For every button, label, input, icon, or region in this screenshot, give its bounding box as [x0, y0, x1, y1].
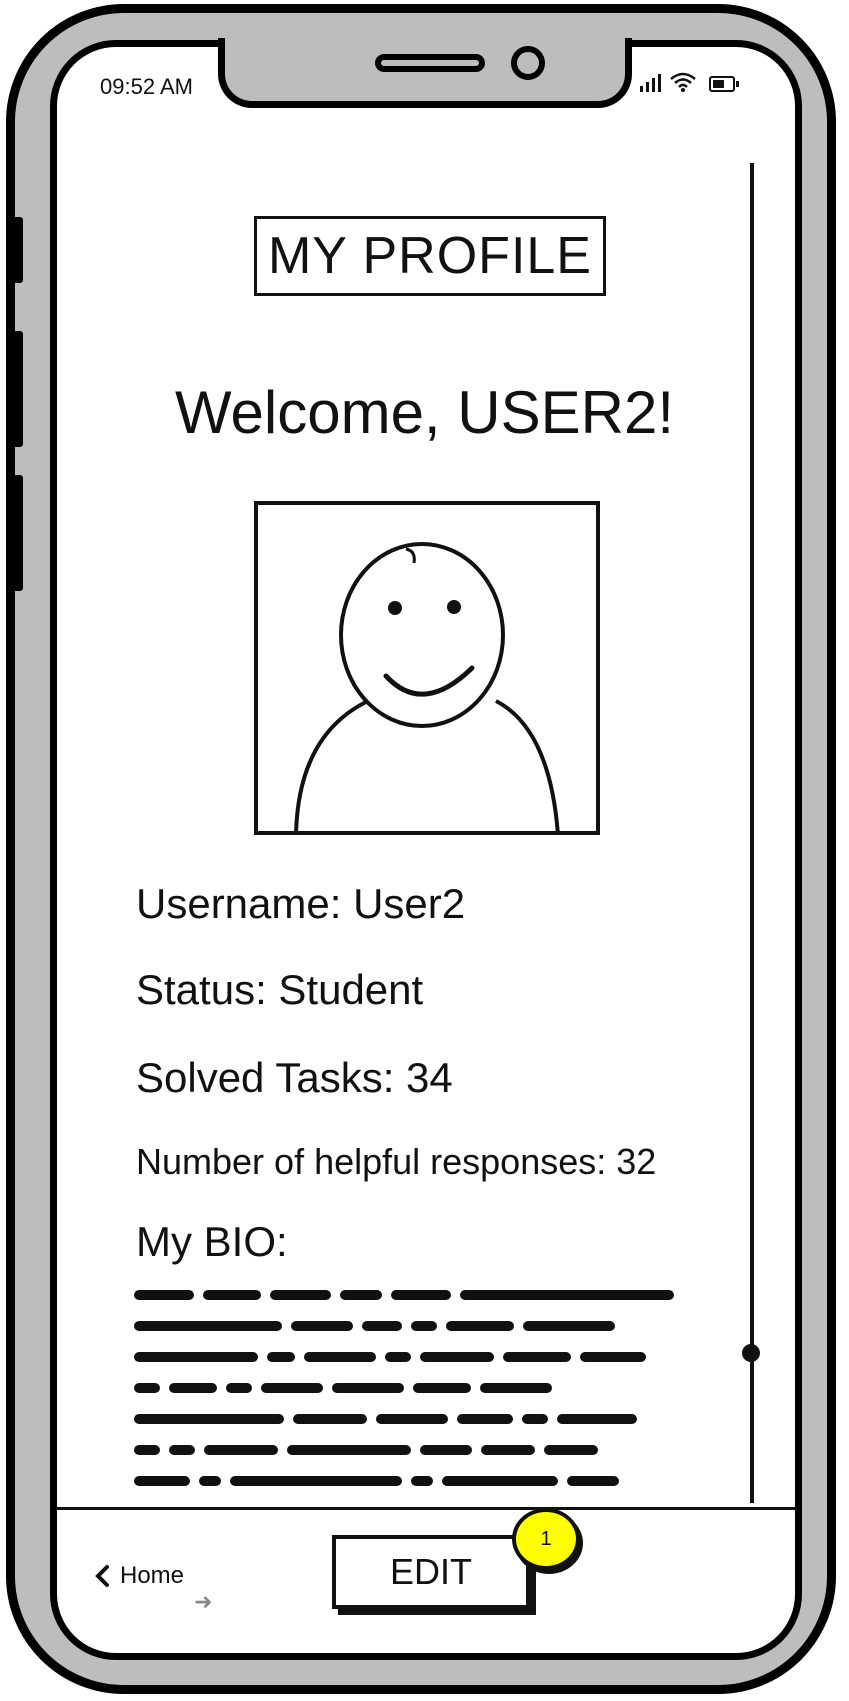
status-time: 09:52 AM: [100, 74, 193, 99]
bio-label: My BIO:: [136, 1218, 288, 1265]
helpful-responses-text: Number of helpful responses: 32: [136, 1141, 657, 1182]
page-title: MY PROFILE: [254, 216, 606, 296]
wifi-icon: [670, 72, 696, 92]
status-text: Status: Student: [136, 966, 424, 1013]
back-home-label: Home: [120, 1562, 185, 1589]
chevron-left-icon: [95, 1565, 109, 1587]
notification-badge: 1: [512, 1508, 580, 1570]
speaker-icon: [375, 54, 485, 72]
side-button: [13, 217, 23, 283]
phone-notch: [218, 38, 632, 108]
bottom-bar-divider: [57, 1507, 795, 1510]
side-button: [13, 475, 23, 591]
back-home-link[interactable]: Home: [94, 1562, 184, 1590]
camera-icon: [511, 46, 545, 80]
edit-button[interactable]: EDIT: [332, 1535, 530, 1609]
scrollbar-thumb[interactable]: [742, 1344, 760, 1362]
battery-icon: [709, 76, 739, 92]
bio-placeholder-text: [134, 1290, 674, 1507]
username-text: Username: User2: [136, 880, 466, 927]
arrow-right-icon: ➜: [194, 1590, 213, 1615]
solved-tasks-text: Solved Tasks: 34: [136, 1054, 453, 1101]
status-icons: [640, 72, 739, 92]
signal-icon: [640, 74, 661, 92]
scrollbar[interactable]: [750, 163, 754, 1503]
welcome-heading: Welcome, USER2!: [174, 379, 675, 446]
user-avatar-icon: [294, 542, 560, 831]
avatar: [254, 501, 600, 835]
